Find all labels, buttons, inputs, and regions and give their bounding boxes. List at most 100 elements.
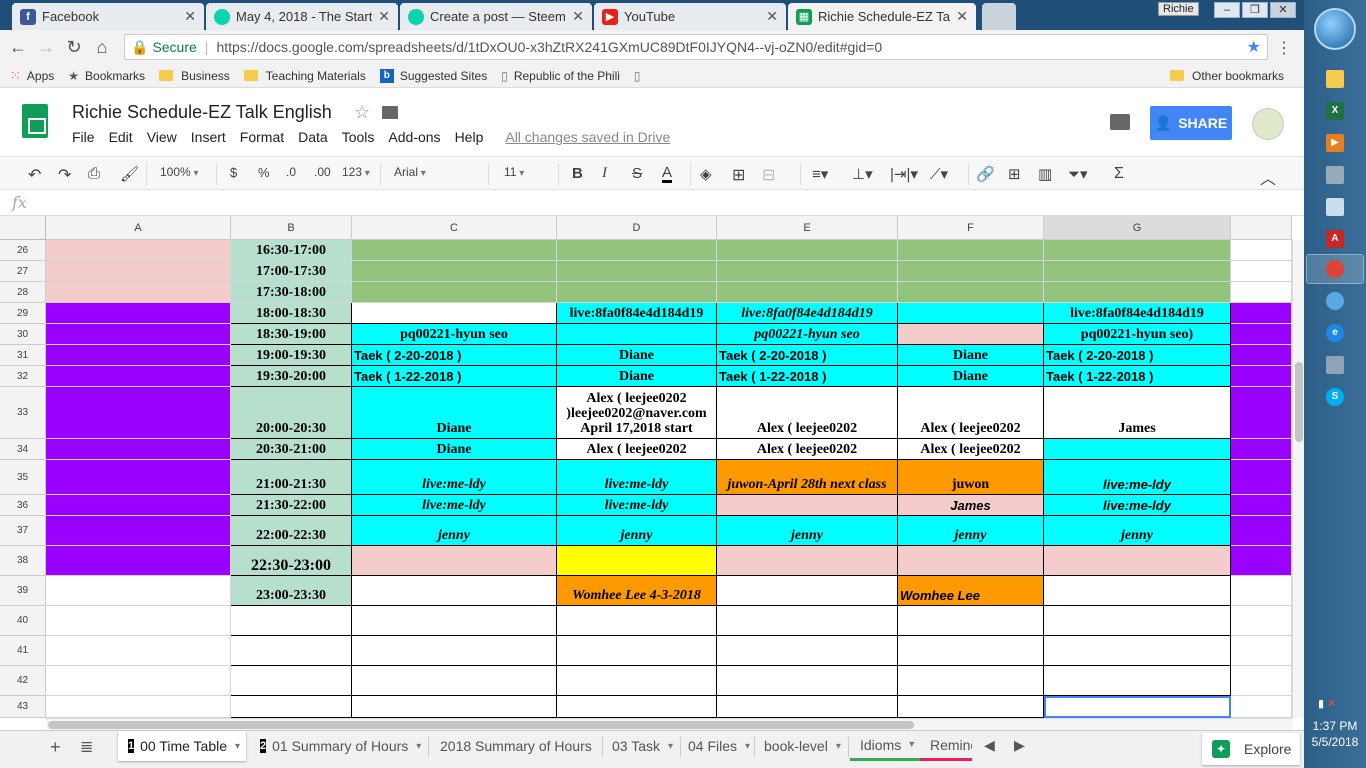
cell-g31[interactable]: Taek ( 2-20-2018 ) xyxy=(1044,345,1231,366)
cell-f33[interactable]: Alex ( leejee0202 xyxy=(898,387,1044,439)
browser-tab-sheets[interactable]: ▦ Richie Schedule-EZ Talk E ✕ xyxy=(788,3,976,30)
insert-comment-icon[interactable]: ⊞ xyxy=(1008,165,1021,183)
cell-h38[interactable] xyxy=(1231,546,1292,576)
vertical-align-icon[interactable]: ⊥▾ xyxy=(852,165,873,183)
cell-h31[interactable] xyxy=(1231,345,1292,366)
scroll-thumb[interactable] xyxy=(1295,362,1303,442)
cell-f38[interactable] xyxy=(898,546,1044,576)
vertical-scrollbar[interactable] xyxy=(1292,240,1304,718)
column-header-f[interactable]: F xyxy=(898,216,1044,240)
cell-c27[interactable] xyxy=(352,261,557,282)
row-header[interactable]: 32 xyxy=(0,366,46,387)
cell-c34[interactable]: Diane xyxy=(352,439,557,460)
comments-icon[interactable] xyxy=(1110,114,1130,130)
cell-e36[interactable] xyxy=(717,495,898,516)
close-tab-icon[interactable]: ✕ xyxy=(766,8,778,25)
cell-h27[interactable] xyxy=(1231,261,1292,282)
menu-data[interactable]: Data xyxy=(298,129,328,145)
sheet-tab-files[interactable]: 04 Files ▾ xyxy=(678,731,754,761)
cell-e39[interactable] xyxy=(717,576,898,606)
cell-a29[interactable] xyxy=(46,303,231,324)
cell-g27[interactable] xyxy=(1044,261,1231,282)
all-sheets-icon[interactable]: ≣ xyxy=(80,737,93,757)
reload-icon[interactable]: ↻ xyxy=(60,37,88,58)
cell-e29[interactable]: live:8fa0f84e4d184d19 xyxy=(717,303,898,324)
acrobat-icon[interactable]: A xyxy=(1326,230,1344,248)
insert-link-icon[interactable]: 🔗 xyxy=(976,165,995,183)
cell-f36[interactable]: James xyxy=(898,495,1044,516)
cell-e28[interactable] xyxy=(717,282,898,303)
maximize-icon[interactable]: ❐ xyxy=(1242,2,1268,18)
explorer-icon[interactable] xyxy=(1326,70,1344,88)
cell-d36[interactable]: live:me-ldy xyxy=(557,495,717,516)
cell-e30[interactable]: pq00221-hyun seo xyxy=(717,324,898,345)
sheet-tab-book-level[interactable]: book-level ▾ xyxy=(754,731,846,761)
cell-e40[interactable] xyxy=(717,606,898,636)
cell-b42[interactable] xyxy=(231,666,352,696)
cell-a35[interactable] xyxy=(46,460,231,495)
cell-e32[interactable]: Taek ( 1-22-2018 ) xyxy=(717,366,898,387)
close-tab-icon[interactable]: ✕ xyxy=(572,8,584,25)
cell-a27[interactable] xyxy=(46,261,231,282)
cell-b39[interactable]: 23:00-23:30 xyxy=(231,576,352,606)
functions-icon[interactable]: Σ xyxy=(1114,165,1124,183)
star-icon[interactable]: ☆ xyxy=(354,102,370,123)
fill-color-icon[interactable]: ◈ xyxy=(700,165,712,183)
formula-bar[interactable]: fx xyxy=(0,190,1304,216)
row-header[interactable]: 36 xyxy=(0,495,46,516)
cell-f30[interactable] xyxy=(898,324,1044,345)
row-header[interactable]: 34 xyxy=(0,439,46,460)
sheet-tab-idioms[interactable]: Idioms ▾ xyxy=(850,731,920,761)
cell-c29[interactable] xyxy=(352,303,557,324)
cell-g41[interactable] xyxy=(1044,636,1231,666)
cell-b29[interactable]: 18:00-18:30 xyxy=(231,303,352,324)
cell-b43[interactable] xyxy=(231,696,352,718)
cell-a28[interactable] xyxy=(46,282,231,303)
cell-h33[interactable] xyxy=(1231,387,1292,439)
cell-h34[interactable] xyxy=(1231,439,1292,460)
row-header[interactable]: 40 xyxy=(0,606,46,636)
collapse-menu-icon[interactable]: ︿ xyxy=(1260,165,1276,189)
profile-name[interactable]: Richie xyxy=(1158,2,1199,16)
chevron-down-icon[interactable]: ▾ xyxy=(668,741,673,752)
chrome-icon[interactable] xyxy=(1326,260,1344,278)
cell-h41[interactable] xyxy=(1231,636,1292,666)
bookmark-suggested[interactable]: b Suggested Sites xyxy=(379,68,487,83)
cell-g29[interactable]: live:8fa0f84e4d184d19 xyxy=(1044,303,1231,324)
cell-f28[interactable] xyxy=(898,282,1044,303)
row-header[interactable]: 27 xyxy=(0,261,46,282)
cell-f40[interactable] xyxy=(898,606,1044,636)
url-bar[interactable]: 🔒 Secure | https://docs.google.com/sprea… xyxy=(124,34,1268,60)
cell-d27[interactable] xyxy=(557,261,717,282)
cell-e34[interactable]: Alex ( leejee0202 xyxy=(717,439,898,460)
cell-c35[interactable]: live:me-ldy xyxy=(352,460,557,495)
row-header[interactable]: 38 xyxy=(0,546,46,576)
browser-tab-steemit-2[interactable]: Create a post — Steemit ✕ xyxy=(400,3,592,30)
row-header[interactable]: 29 xyxy=(0,303,46,324)
cell-g42[interactable] xyxy=(1044,666,1231,696)
skype-icon[interactable]: S xyxy=(1326,388,1344,406)
cell-a33[interactable] xyxy=(46,387,231,439)
cell-c39[interactable] xyxy=(352,576,557,606)
cell-f43[interactable] xyxy=(898,696,1044,718)
back-icon[interactable]: ← xyxy=(4,37,32,58)
cell-f34[interactable]: Alex ( leejee0202 xyxy=(898,439,1044,460)
cell-g37[interactable]: jenny xyxy=(1044,516,1231,546)
cell-e27[interactable] xyxy=(717,261,898,282)
cell-c38[interactable] xyxy=(352,546,557,576)
clock[interactable]: 1:37 PM 5/5/2018 xyxy=(1304,718,1366,750)
font-size-select[interactable]: 11 xyxy=(504,165,552,179)
row-header[interactable]: 30 xyxy=(0,324,46,345)
zoom-select[interactable]: 100% xyxy=(160,165,199,179)
cell-h40[interactable] xyxy=(1231,606,1292,636)
cell-d33[interactable]: Alex ( leejee0202 )leejee0202@naver.com … xyxy=(557,387,717,439)
cell-b34[interactable]: 20:30-21:00 xyxy=(231,439,352,460)
cell-h43[interactable] xyxy=(1231,696,1292,718)
cell-c36[interactable]: live:me-ldy xyxy=(352,495,557,516)
cell-c42[interactable] xyxy=(352,666,557,696)
cell-d41[interactable] xyxy=(557,636,717,666)
add-sheet-icon[interactable]: + xyxy=(50,737,61,758)
start-button-icon[interactable] xyxy=(1314,8,1356,50)
document-icon[interactable] xyxy=(1326,166,1344,184)
cell-d38[interactable] xyxy=(557,546,717,576)
